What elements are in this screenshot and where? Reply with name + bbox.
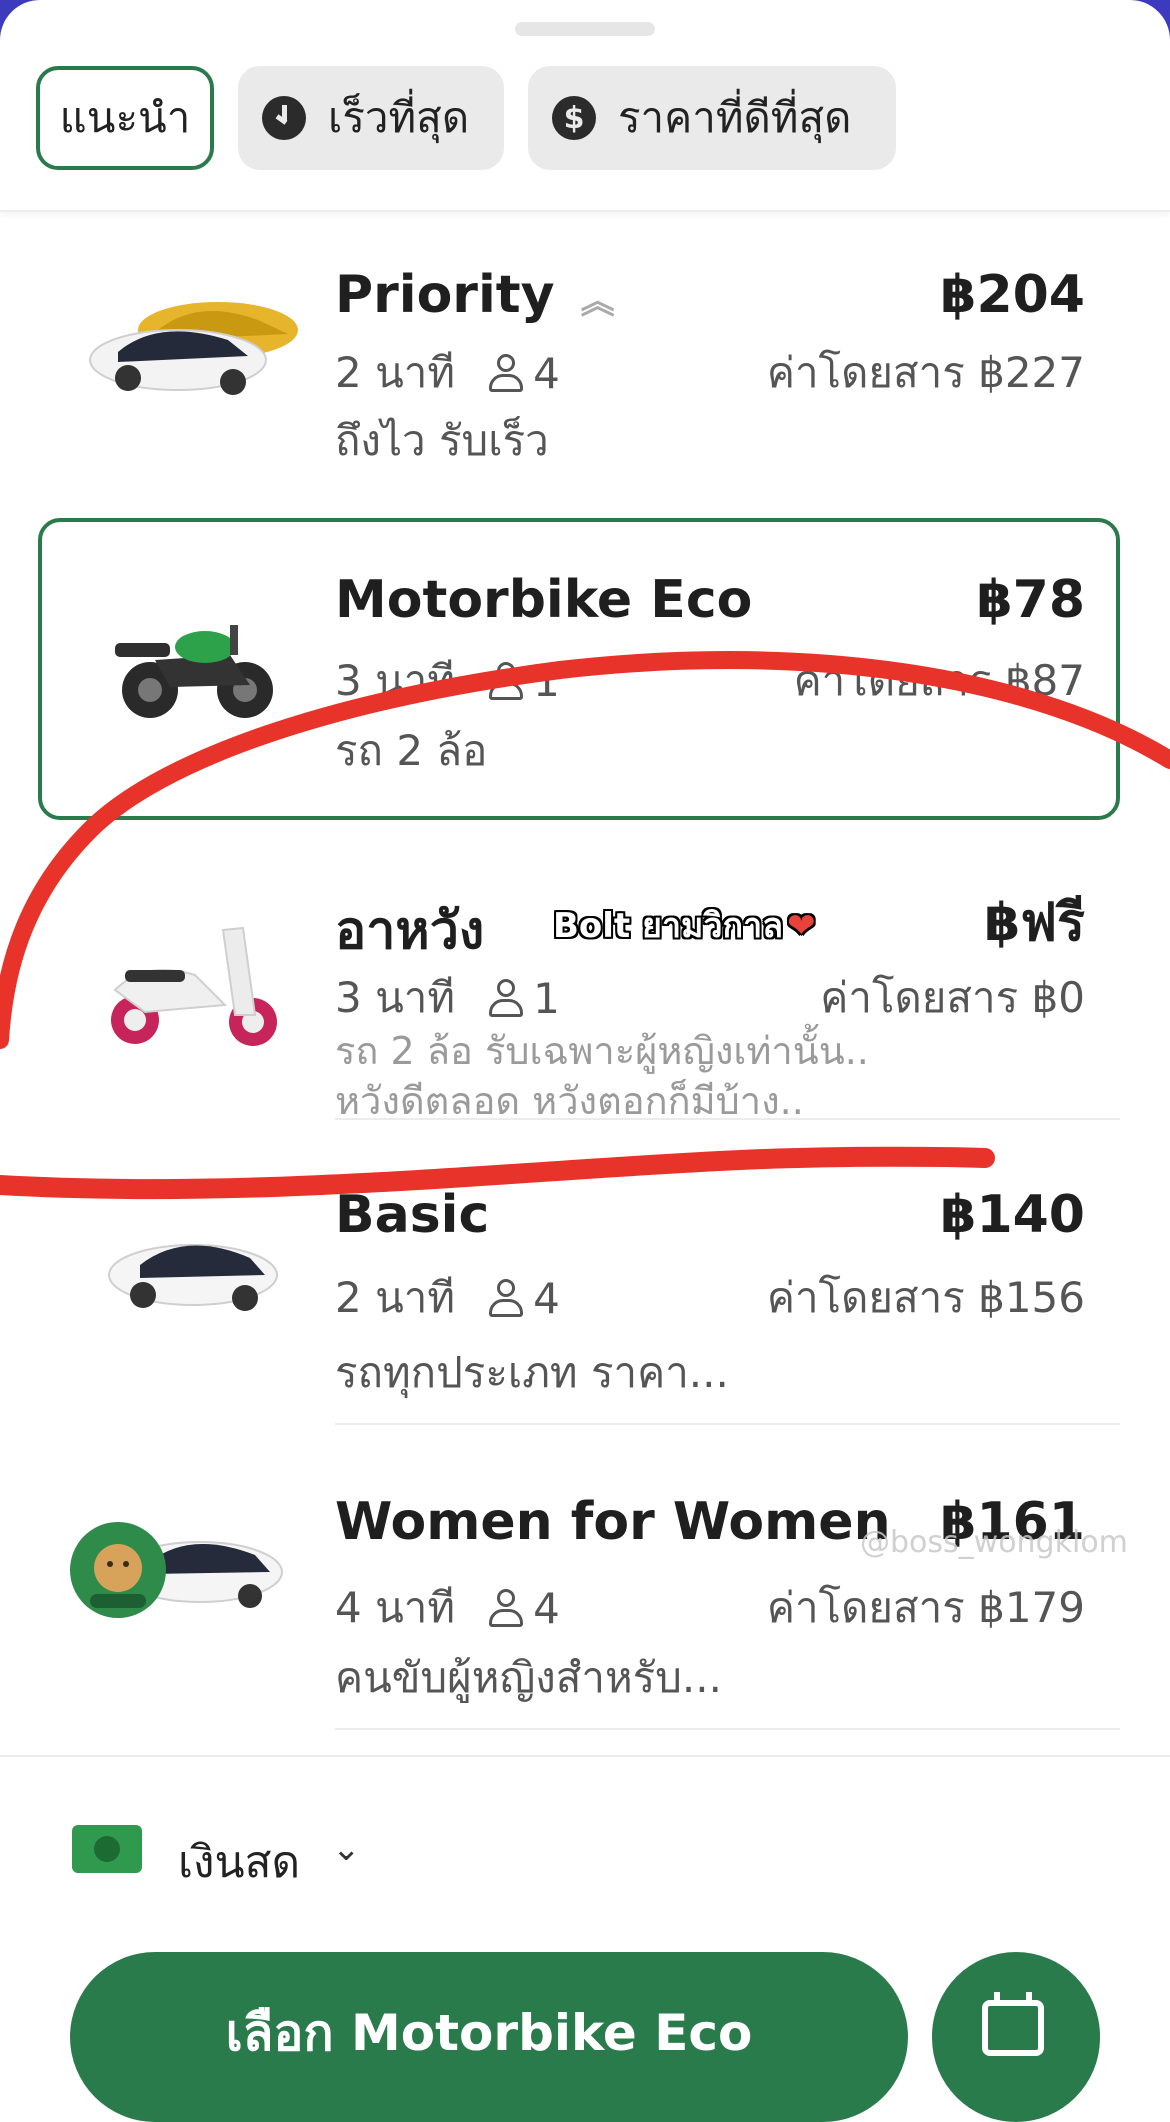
eta-text: 2 นาที bbox=[335, 1273, 456, 1322]
row-divider bbox=[335, 1423, 1120, 1425]
calendar-clock-icon bbox=[982, 1992, 1044, 2056]
watermark-text: @boss_wongklom bbox=[860, 1525, 1128, 1560]
women-car-image bbox=[70, 1522, 283, 1618]
payment-label: เงินสด bbox=[178, 1837, 301, 1888]
seats-text: 4 bbox=[533, 1273, 560, 1323]
cash-icon bbox=[72, 1825, 142, 1873]
ride-title: Women for Women bbox=[335, 1492, 891, 1552]
select-ride-button-label: เลือก Motorbike Eco bbox=[225, 2004, 753, 2062]
ride-meta: 4 นาที 4 bbox=[335, 1575, 560, 1641]
app-frame: แนะนำ เร็วที่สุด $ ราคาที่ดีที่สุด Prior… bbox=[0, 0, 1170, 2122]
ride-fare: ค่าโดยสาร ฿179 bbox=[766, 1583, 1085, 1632]
eta-text: 4 นาที bbox=[335, 1583, 456, 1632]
ride-desc: คนขับผู้หญิงสำหรับ... bbox=[335, 1653, 722, 1702]
ride-option-women-for-women[interactable]: Women for Women ฿161 4 นาที 4 ค่าโดยสาร … bbox=[0, 1470, 1170, 1730]
select-ride-button[interactable]: เลือก Motorbike Eco bbox=[70, 1952, 908, 2122]
ride-fare: ค่าโดยสาร ฿156 bbox=[766, 1273, 1085, 1322]
schedule-ride-button[interactable] bbox=[932, 1952, 1100, 2122]
ride-meta: 2 นาที 4 bbox=[335, 1265, 560, 1331]
person-icon bbox=[489, 1589, 524, 1627]
bottom-panel: เงินสด ⌄ เลือก Motorbike Eco bbox=[0, 1755, 1170, 2122]
chevron-down-icon: ⌄ bbox=[332, 1829, 361, 1869]
red-annotation-scribble bbox=[0, 651, 1170, 1200]
person-icon bbox=[489, 1279, 524, 1317]
row-divider bbox=[335, 1728, 1120, 1730]
ride-options-sheet: แนะนำ เร็วที่สุด $ ราคาที่ดีที่สุด Prior… bbox=[0, 0, 1170, 2122]
seats-text: 4 bbox=[533, 1583, 560, 1633]
ride-desc: รถทุกประเภท ราคา... bbox=[335, 1348, 729, 1397]
